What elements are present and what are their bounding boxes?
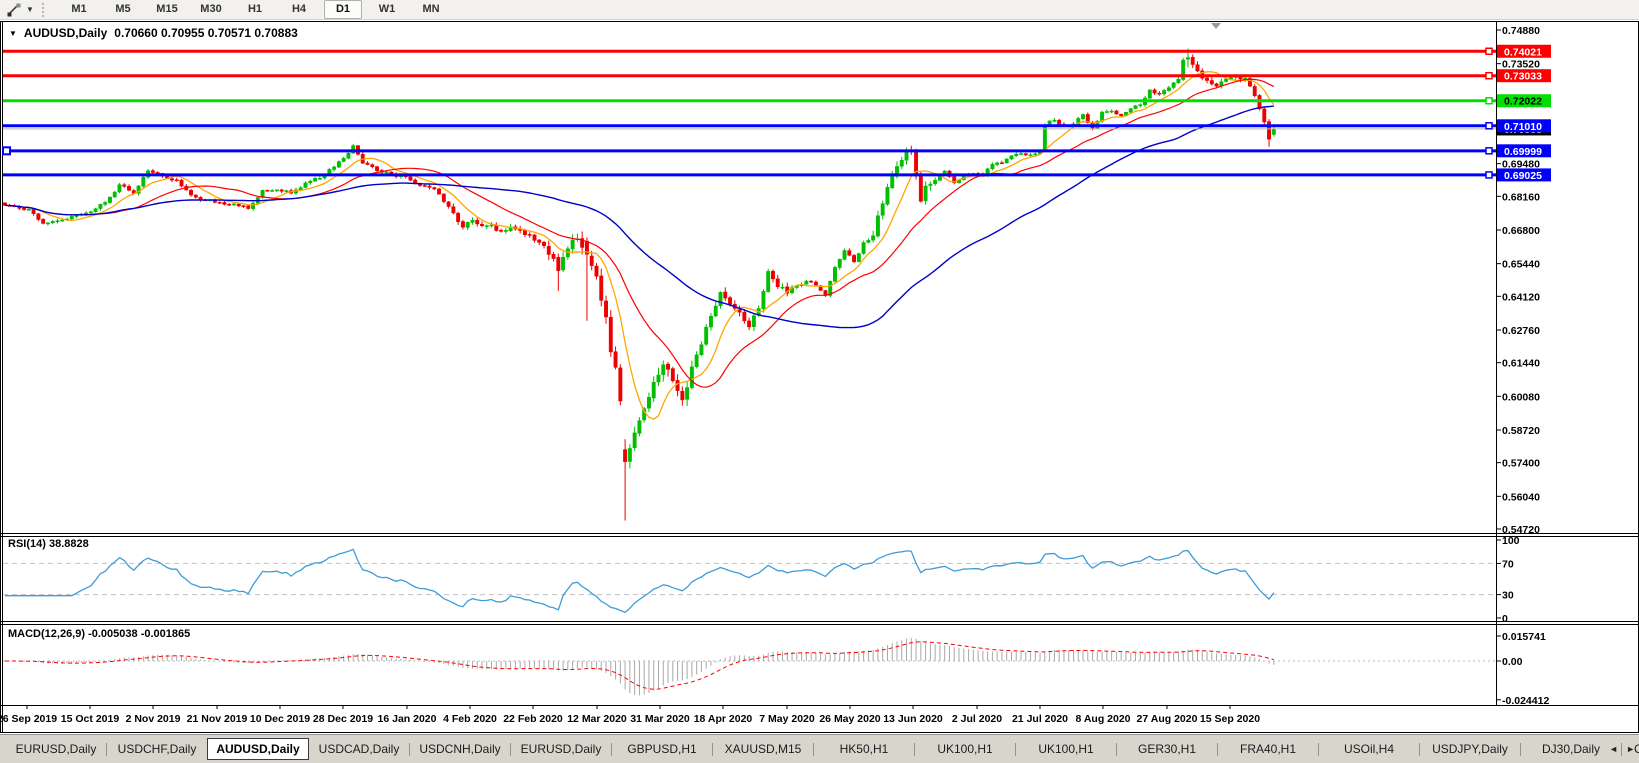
- rsi-pane-label: RSI(14) 38.8828: [8, 538, 89, 550]
- level-line-end-marker[interactable]: [1486, 148, 1492, 154]
- rsi-axis-label: 30: [1502, 590, 1514, 602]
- rsi-axis-label: 100: [1502, 535, 1520, 547]
- level-line-end-marker[interactable]: [1486, 73, 1492, 79]
- level-line-end-marker[interactable]: [1486, 172, 1492, 178]
- svg-text:0.58720: 0.58720: [1502, 425, 1540, 437]
- tab-audusd-daily-2[interactable]: AUDUSD,Daily: [207, 738, 309, 760]
- level-line-start-marker[interactable]: [3, 147, 10, 154]
- tab-gbpusd-h1-6[interactable]: GBPUSD,H1: [612, 740, 712, 758]
- tab-xauusd-m15-7[interactable]: XAUUSD,M15: [713, 740, 813, 758]
- level-price-label-text: 0.69999: [1504, 146, 1542, 158]
- tab-eurusd-daily-5[interactable]: EURUSD,Daily: [511, 740, 611, 758]
- svg-text:0.57400: 0.57400: [1502, 458, 1540, 470]
- tab-usdjpy-daily-14[interactable]: USDJPY,Daily: [1420, 740, 1520, 758]
- tab-uk100-h1-9[interactable]: UK100,H1: [915, 740, 1015, 758]
- macd-pane-label: MACD(12,26,9) -0.005038 -0.001865: [8, 628, 190, 640]
- svg-text:0.64120: 0.64120: [1502, 291, 1540, 303]
- macd-axis-label: 0.00: [1502, 656, 1523, 668]
- svg-text:31 Mar 2020: 31 Mar 2020: [630, 713, 690, 725]
- rsi-axis-label: 70: [1502, 558, 1514, 570]
- level-price-label-text: 0.72022: [1504, 96, 1542, 108]
- svg-text:27 Aug 2020: 27 Aug 2020: [1137, 713, 1198, 725]
- chart-dropdown-icon[interactable]: ▼: [9, 29, 17, 38]
- svg-text:28 Dec 2019: 28 Dec 2019: [313, 713, 373, 725]
- svg-text:18 Apr 2020: 18 Apr 2020: [694, 713, 753, 725]
- svg-text:0.65440: 0.65440: [1502, 259, 1540, 271]
- level-line-end-marker[interactable]: [1486, 123, 1492, 129]
- svg-text:4 Feb 2020: 4 Feb 2020: [443, 713, 497, 725]
- macd-axis-label: 0.015741: [1502, 631, 1546, 643]
- tab-hk50-h1-8[interactable]: HK50,H1: [814, 740, 914, 758]
- macd-indicator-values: -0.005038 -0.001865: [88, 628, 190, 640]
- chart-canvas: 0.748800.735200.721600.708000.694800.681…: [0, 0, 1639, 763]
- svg-text:26 May 2020: 26 May 2020: [819, 713, 880, 725]
- chart-plot-area[interactable]: [3, 22, 1496, 533]
- tabs-scroll-right-icon[interactable]: ►: [1626, 744, 1635, 754]
- svg-text:8 Aug 2020: 8 Aug 2020: [1075, 713, 1130, 725]
- tab-dj30-daily-15[interactable]: DJ30,Daily: [1521, 740, 1621, 758]
- date-axis: 26 Sep 2019 15 Oct 2019 2 Nov 2019 21 Nov 2…: [0, 705, 1260, 725]
- macd-indicator-name: MACD(12,26,9): [8, 628, 85, 640]
- svg-text:15 Sep 2020: 15 Sep 2020: [1200, 713, 1260, 725]
- rsi-axis-label: 0: [1502, 613, 1508, 625]
- tab-scroll-controls: ◄ ►: [1609, 744, 1635, 754]
- tab-usdcnh-daily-4[interactable]: USDCNH,Daily: [410, 740, 510, 758]
- tabs-scroll-left-icon[interactable]: ◄: [1609, 744, 1618, 754]
- svg-text:0.62760: 0.62760: [1502, 325, 1540, 337]
- chart-title: ▼ AUDUSD,Daily 0.70660 0.70955 0.70571 0…: [9, 26, 298, 40]
- chart-tabs-bar: EURUSD,DailyUSDCHF,DailyAUDUSD,DailyUSDC…: [0, 734, 1639, 763]
- svg-text:16 Jan 2020: 16 Jan 2020: [378, 713, 437, 725]
- chart-ohlc-values: 0.70660 0.70955 0.70571 0.70883: [114, 26, 298, 40]
- level-line-end-marker[interactable]: [1486, 98, 1492, 104]
- chart-symbol-label: AUDUSD,Daily: [24, 26, 107, 40]
- svg-text:0.68160: 0.68160: [1502, 191, 1540, 203]
- tab-ger30-h1-11[interactable]: GER30,H1: [1117, 740, 1217, 758]
- level-price-label-text: 0.69025: [1504, 170, 1542, 182]
- rsi-indicator-value: 38.8828: [49, 538, 89, 550]
- svg-text:10 Dec 2019: 10 Dec 2019: [250, 713, 310, 725]
- svg-text:15 Oct 2019: 15 Oct 2019: [61, 713, 120, 725]
- svg-text:2 Nov 2019: 2 Nov 2019: [126, 713, 181, 725]
- rsi-indicator-name: RSI(14): [8, 538, 46, 550]
- svg-text:0.74880: 0.74880: [1502, 25, 1540, 37]
- svg-text:0.61440: 0.61440: [1502, 358, 1540, 370]
- svg-text:0.56040: 0.56040: [1502, 491, 1540, 503]
- tab-usdcad-daily-3[interactable]: USDCAD,Daily: [309, 740, 409, 758]
- svg-text:0.73520: 0.73520: [1502, 59, 1540, 71]
- tab-usoil-h4-13[interactable]: USOil,H4: [1319, 740, 1419, 758]
- level-price-label-text: 0.71010: [1504, 121, 1542, 133]
- macd-histogram: [5, 638, 1274, 695]
- level-price-label-text: 0.73033: [1504, 71, 1542, 83]
- svg-text:0.66800: 0.66800: [1502, 225, 1540, 237]
- tab-uk100-h1-10[interactable]: UK100,H1: [1016, 740, 1116, 758]
- tab-fra40-h1-12[interactable]: FRA40,H1: [1218, 740, 1318, 758]
- svg-text:22 Feb 2020: 22 Feb 2020: [503, 713, 563, 725]
- chart-tabs: EURUSD,DailyUSDCHF,DailyAUDUSD,DailyUSDC…: [6, 738, 1639, 760]
- level-price-label-text: 0.74021: [1504, 46, 1542, 58]
- macd-axis-label: -0.024412: [1502, 695, 1549, 707]
- tab-usdchf-daily-1[interactable]: USDCHF,Daily: [107, 740, 207, 758]
- svg-text:7 May 2020: 7 May 2020: [759, 713, 815, 725]
- svg-text:13 Jun 2020: 13 Jun 2020: [883, 713, 943, 725]
- svg-text:21 Jul 2020: 21 Jul 2020: [1012, 713, 1068, 725]
- svg-text:12 Mar 2020: 12 Mar 2020: [567, 713, 627, 725]
- svg-text:0.60080: 0.60080: [1502, 391, 1540, 403]
- svg-text:26 Sep 2019: 26 Sep 2019: [0, 713, 57, 725]
- tab-eurusd-daily-0[interactable]: EURUSD,Daily: [6, 740, 106, 758]
- svg-text:21 Nov 2019: 21 Nov 2019: [187, 713, 248, 725]
- level-line-end-marker[interactable]: [1486, 48, 1492, 54]
- rsi-line: [5, 549, 1274, 612]
- svg-text:2 Jul 2020: 2 Jul 2020: [952, 713, 1002, 725]
